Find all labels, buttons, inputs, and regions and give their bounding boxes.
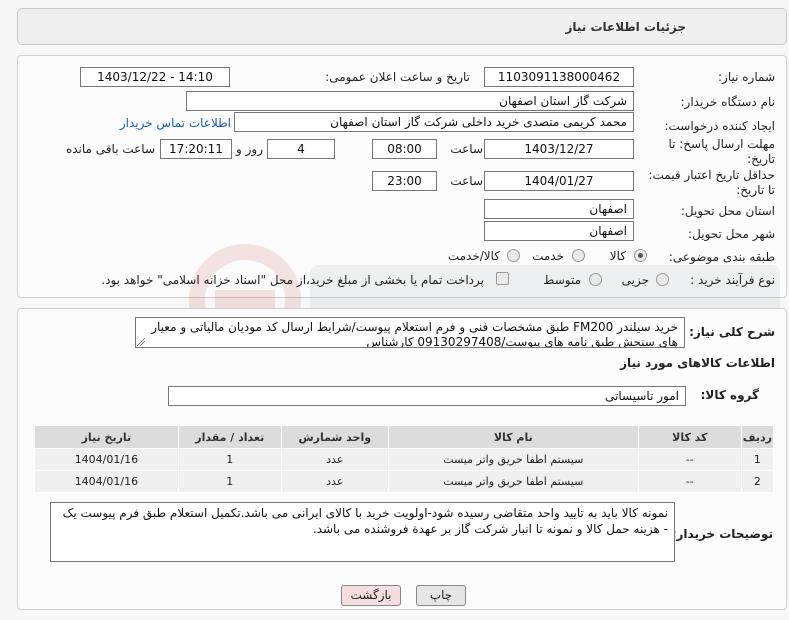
announce-date-label: تاریخ و ساعت اعلان عمومی: (325, 70, 470, 84)
unit: عدد (280, 448, 389, 471)
process-option-medium: متوسط (543, 273, 581, 287)
announce-date-field: 1403/12/22 - 14:10 (80, 67, 230, 87)
goods-name: سیستم اطفا حریق واتر میست (387, 470, 639, 493)
process-radio-medium[interactable] (589, 273, 602, 286)
buyer-notes-label: توضیحات خریدار: (671, 527, 773, 541)
process-radio-minor[interactable] (656, 273, 669, 286)
category-option-goods-service: کالا/خدمت (447, 249, 500, 263)
price-validity-date-field: 1404/01/27 (484, 171, 634, 191)
deadline-time-field: 08:00 (372, 139, 437, 159)
requester-field: محمد کریمی متصدی خرید داخلی شرکت گاز است… (234, 112, 634, 132)
col-goods-code: کد کالا (637, 425, 742, 449)
city-label: شهر محل تحویل: (688, 227, 775, 241)
remaining-days-field: 4 (267, 139, 335, 159)
deadline-label: مهلت ارسال پاسخ: تا تاریخ: (668, 137, 775, 166)
remaining-time-field: 17:20:11 (160, 139, 232, 159)
category-radio-goods[interactable] (634, 249, 647, 262)
treasury-payment-checkbox[interactable] (496, 272, 509, 285)
row-number: 1 (740, 448, 775, 471)
need-description-text: خرید سیلندر FM200 طبق مشخصات فنی و فرم ا… (135, 317, 685, 348)
need-date: 1404/01/16 (34, 470, 179, 493)
buyer-contact-link[interactable]: اطلاعات تماس خریدار (120, 116, 231, 130)
province-label: استان محل تحویل: (680, 204, 775, 218)
price-validity-time-label: ساعت (450, 174, 483, 188)
category-label: طبقه بندی موضوعی: (668, 250, 775, 264)
need-details-page: جزئیات اطلاعات نیاز شماره نیاز: 11030911… (0, 0, 789, 620)
col-need-date: تاریخ نیاز (34, 425, 179, 449)
process-option-minor: جزیی (621, 273, 649, 287)
table-row: 1 -- سیستم اطفا حریق واتر میست عدد 1 140… (34, 448, 775, 471)
deadline-date-field: 1403/12/27 (484, 139, 634, 159)
requester-label: ایجاد کننده درخواست: (664, 119, 775, 133)
province-field: اصفهان (484, 199, 634, 219)
back-button[interactable]: بازگشت (341, 585, 401, 606)
page-title: جزئیات اطلاعات نیاز (565, 20, 686, 34)
buyer-org-label: نام دستگاه خریدار: (680, 95, 776, 109)
goods-name: سیستم اطفا حریق واتر میست (387, 448, 639, 471)
need-number-label: شماره نیاز: (718, 70, 775, 84)
need-date: 1404/01/16 (34, 448, 179, 471)
goods-code: -- (637, 470, 742, 493)
category-radio-goods-service[interactable] (507, 249, 520, 262)
price-validity-time-field: 23:00 (372, 171, 437, 191)
city-field: اصفهان (484, 221, 634, 241)
goods-section-title: اطلاعات کالاهای مورد نیاز (620, 356, 775, 370)
buyer-notes-text: نمونه کالا باید به تایید واحد متقاضی رسی… (50, 502, 675, 562)
page-header: جزئیات اطلاعات نیاز (17, 8, 787, 45)
print-button[interactable]: چاپ (416, 585, 466, 606)
price-validity-label: حداقل تاریخ اعتبار قیمت: تا تاریخ: (648, 168, 775, 197)
treasury-payment-note: پرداخت تمام یا بخشی از مبلغ خرید،از محل … (101, 273, 484, 287)
unit: عدد (280, 470, 389, 493)
category-option-service: خدمت (532, 249, 564, 263)
goods-table: ردیف کد کالا نام کالا واحد شمارش تعداد /… (34, 425, 775, 493)
col-quantity: تعداد / مقدار (177, 425, 282, 449)
category-radio-service[interactable] (572, 249, 585, 262)
deadline-time-label: ساعت (450, 142, 483, 156)
row-number: 2 (740, 470, 775, 493)
need-description-label: شرح کلی نیاز: (689, 325, 775, 339)
remaining-time-label: ساعت باقی مانده (65, 142, 155, 156)
goods-table-header: ردیف کد کالا نام کالا واحد شمارش تعداد /… (34, 425, 775, 449)
col-unit: واحد شمارش (280, 425, 389, 449)
goods-code: -- (637, 448, 742, 471)
need-number-field: 1103091138000462 (484, 67, 634, 87)
table-row: 2 -- سیستم اطفا حریق واتر میست عدد 1 140… (34, 470, 775, 493)
buyer-org-field: شرکت گاز استان اصفهان (186, 91, 634, 111)
category-option-goods: کالا (609, 249, 626, 263)
col-row-number: ردیف (740, 425, 775, 449)
resize-handle-icon (137, 338, 145, 346)
quantity: 1 (177, 470, 282, 493)
goods-group-field: امور تاسیساتی (168, 386, 686, 406)
goods-group-label: گروه کالا: (700, 388, 759, 402)
remaining-days-label: روز و (236, 142, 263, 156)
quantity: 1 (177, 448, 282, 471)
process-type-label: نوع فرآیند خرید : (690, 273, 775, 287)
col-goods-name: نام کالا (387, 425, 639, 449)
